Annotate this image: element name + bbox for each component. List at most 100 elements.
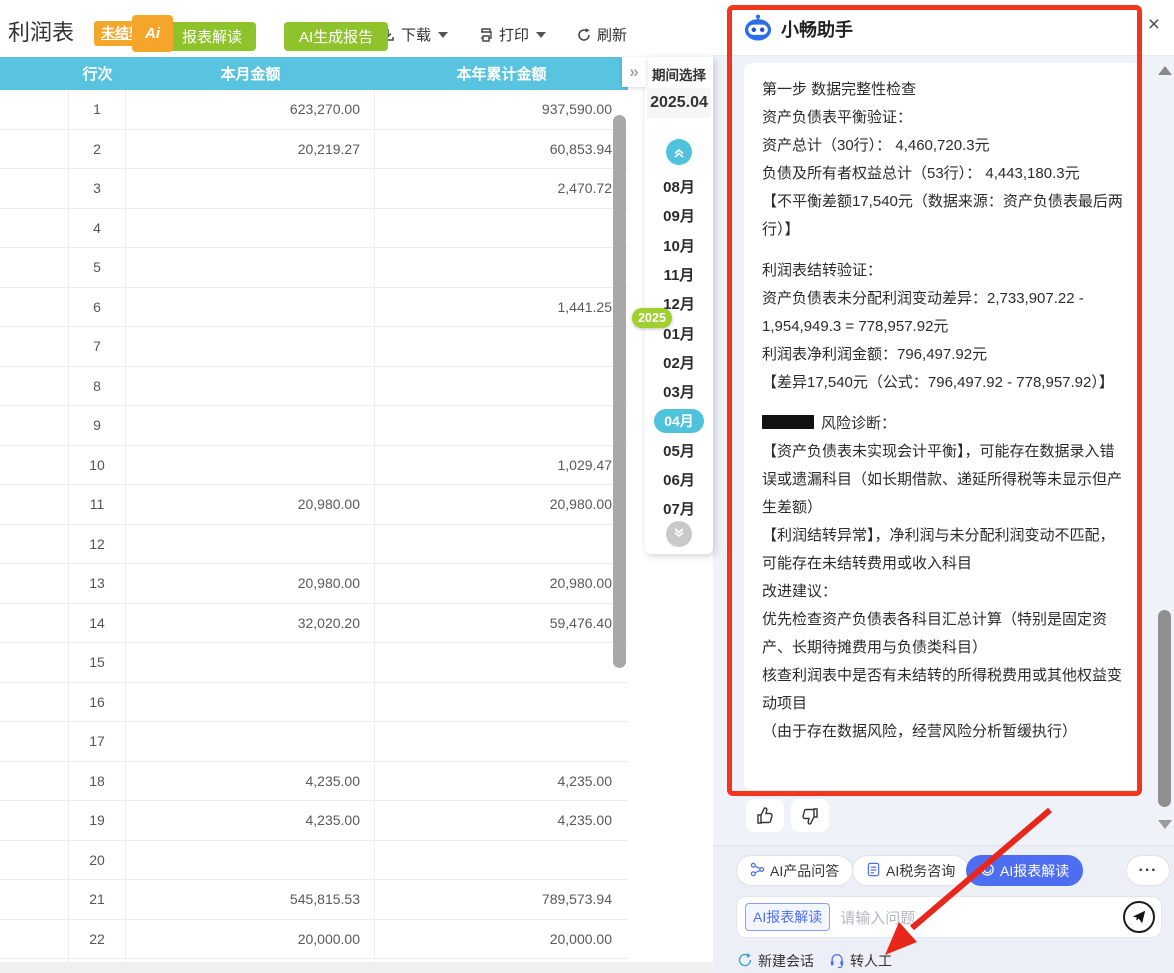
assistant-message-paragraph: 【不平衡差额17,540元（数据来源：资产负债表最后两行）】 (762, 188, 1123, 244)
thumbs-up-button[interactable] (746, 799, 784, 832)
assistant-message-paragraph: 改进建议： (762, 578, 1123, 606)
month-item[interactable]: 06月 (645, 465, 713, 494)
month-item[interactable]: 11月 (645, 260, 713, 289)
cell-row-no: 6 (69, 288, 126, 327)
cell-month-amount (126, 683, 375, 722)
ai-generate-report-button[interactable]: AI生成报告 (284, 22, 388, 51)
table-row[interactable]: 15 (0, 643, 628, 683)
cell-item (0, 485, 69, 524)
assistant-message-bubble: 第一步 数据完整性检查资产负债表平衡验证：资产总计（30行）： 4,460,72… (744, 63, 1141, 790)
year-badge: 2025 (632, 308, 672, 328)
current-period[interactable]: 2025.04 (647, 88, 711, 118)
tab-ai-product-qa[interactable]: AI产品问答 (736, 855, 853, 886)
table-row[interactable]: 18 4,235.00 4,235.00 (0, 762, 628, 802)
chat-input[interactable]: AI报表解读 请输入问题 (736, 896, 1162, 938)
month-item[interactable]: 02月 (645, 348, 713, 377)
cell-month-amount (126, 169, 375, 208)
table-row[interactable]: 6 1,441.25 (0, 288, 628, 328)
cell-item (0, 525, 69, 564)
table-row[interactable]: 10 1,029.47 (0, 446, 628, 486)
month-item[interactable]: 04月 (645, 406, 713, 435)
table-row[interactable]: 17 (0, 722, 628, 762)
table-row[interactable]: 1 623,270.00 937,590.00 (0, 90, 628, 130)
cell-item (0, 288, 69, 327)
scrollbar-up-arrow[interactable] (1158, 66, 1172, 75)
close-icon[interactable]: × (1148, 14, 1160, 35)
cell-item (0, 564, 69, 603)
period-selector-panel: 期间选择 2025.04 08月09月10月11月12月01月02月03月04月… (645, 57, 713, 554)
month-item[interactable]: 09月 (645, 201, 713, 230)
table-row[interactable]: 22 20,000.00 20,000.00 (0, 920, 628, 960)
cell-ytd-amount: 4,235.00 (375, 762, 628, 801)
assistant-scrollbar-thumb[interactable] (1158, 610, 1171, 807)
cell-item (0, 880, 69, 919)
refresh-button[interactable]: 刷新 (576, 24, 627, 45)
assistant-message-paragraph: 资产负债表平衡验证： (762, 104, 1123, 132)
more-actions-button[interactable]: ··· (1126, 855, 1170, 886)
cell-row-no: 20 (69, 841, 126, 880)
table-row[interactable]: 19 4,235.00 4,235.00 (0, 801, 628, 841)
send-button[interactable] (1123, 901, 1155, 933)
assistant-message-paragraph: （由于存在数据风险，经营风险分析暂缓执行） (762, 718, 1123, 746)
table-row[interactable]: 16 (0, 683, 628, 723)
cell-month-amount: 32,020.20 (126, 604, 375, 643)
month-item[interactable]: 08月 (645, 172, 713, 201)
cell-row-no: 8 (69, 367, 126, 406)
print-button[interactable]: 打印 (478, 24, 546, 45)
cell-item (0, 406, 69, 445)
table-row[interactable]: 14 32,020.20 59,476.40 (0, 604, 628, 644)
table-row[interactable]: 5 (0, 248, 628, 288)
table-row[interactable]: 7 (0, 327, 628, 367)
input-mode-tag[interactable]: AI报表解读 (745, 903, 830, 931)
table-horizontal-scrollbar[interactable] (0, 962, 713, 973)
header-cell-ytd-amount: 本年累计金额 (375, 57, 628, 90)
assistant-message-paragraph: 资产负债表未分配利润变动差异：2,733,907.22 - 1,954,949.… (762, 285, 1123, 341)
cell-item (0, 248, 69, 287)
cell-ytd-amount (375, 248, 628, 287)
scroll-months-down-button[interactable] (666, 521, 692, 547)
cell-row-no: 2 (69, 130, 126, 169)
table-row[interactable]: 9 (0, 406, 628, 446)
printer-icon (478, 27, 494, 43)
cell-ytd-amount: 20,000.00 (375, 920, 628, 959)
document-icon (866, 862, 881, 880)
new-chat-icon (737, 952, 753, 971)
tab-ai-tax-consult[interactable]: AI税务咨询 (852, 855, 969, 886)
table-row[interactable]: 12 (0, 525, 628, 565)
to-human-button[interactable]: 转人工 (829, 951, 892, 971)
cell-row-no: 7 (69, 327, 126, 366)
table-row[interactable]: 8 (0, 367, 628, 407)
assistant-message-paragraph: 【利润结转异常】，净利润与未分配利润变动不匹配，可能存在未结转费用或收入科目 (762, 522, 1123, 578)
scroll-months-up-button[interactable] (666, 139, 692, 165)
thumbs-down-button[interactable] (791, 799, 829, 832)
panel-collapse-button[interactable]: » (622, 57, 646, 87)
table-row[interactable]: 13 20,980.00 20,980.00 (0, 564, 628, 604)
cell-item (0, 446, 69, 485)
table-row[interactable]: 3 2,470.72 (0, 169, 628, 209)
table-row[interactable]: 11 20,980.00 20,980.00 (0, 485, 628, 525)
input-placeholder: 请输入问题 (840, 907, 1123, 928)
headset-icon (829, 952, 845, 971)
tab-ai-report-interpret[interactable]: AI报表解读 (966, 855, 1083, 886)
cell-ytd-amount: 2,470.72 (375, 169, 628, 208)
table-row[interactable]: 21 545,815.53 789,573.94 (0, 880, 628, 920)
table-row[interactable]: 2 20,219.27 60,853.94 (0, 130, 628, 170)
cell-ytd-amount (375, 367, 628, 406)
chevron-down-icon (438, 32, 448, 38)
month-item[interactable]: 05月 (645, 436, 713, 465)
assistant-message-paragraph: 第一步 数据完整性检查 (762, 76, 1123, 104)
print-label: 打印 (499, 24, 529, 45)
cell-item (0, 722, 69, 761)
refresh-label: 刷新 (597, 24, 627, 45)
scrollbar-down-arrow[interactable] (1158, 820, 1172, 829)
month-item[interactable]: 07月 (645, 494, 713, 523)
ai-icon[interactable]: Ai (132, 15, 173, 52)
new-chat-button[interactable]: 新建会话 (737, 951, 814, 971)
month-item[interactable]: 03月 (645, 377, 713, 406)
table-row[interactable]: 4 (0, 209, 628, 249)
table-row[interactable]: 20 (0, 841, 628, 881)
cell-item (0, 367, 69, 406)
download-button[interactable]: 下载 (380, 24, 448, 45)
month-item[interactable]: 10月 (645, 231, 713, 260)
table-vertical-scrollbar[interactable] (613, 115, 626, 668)
